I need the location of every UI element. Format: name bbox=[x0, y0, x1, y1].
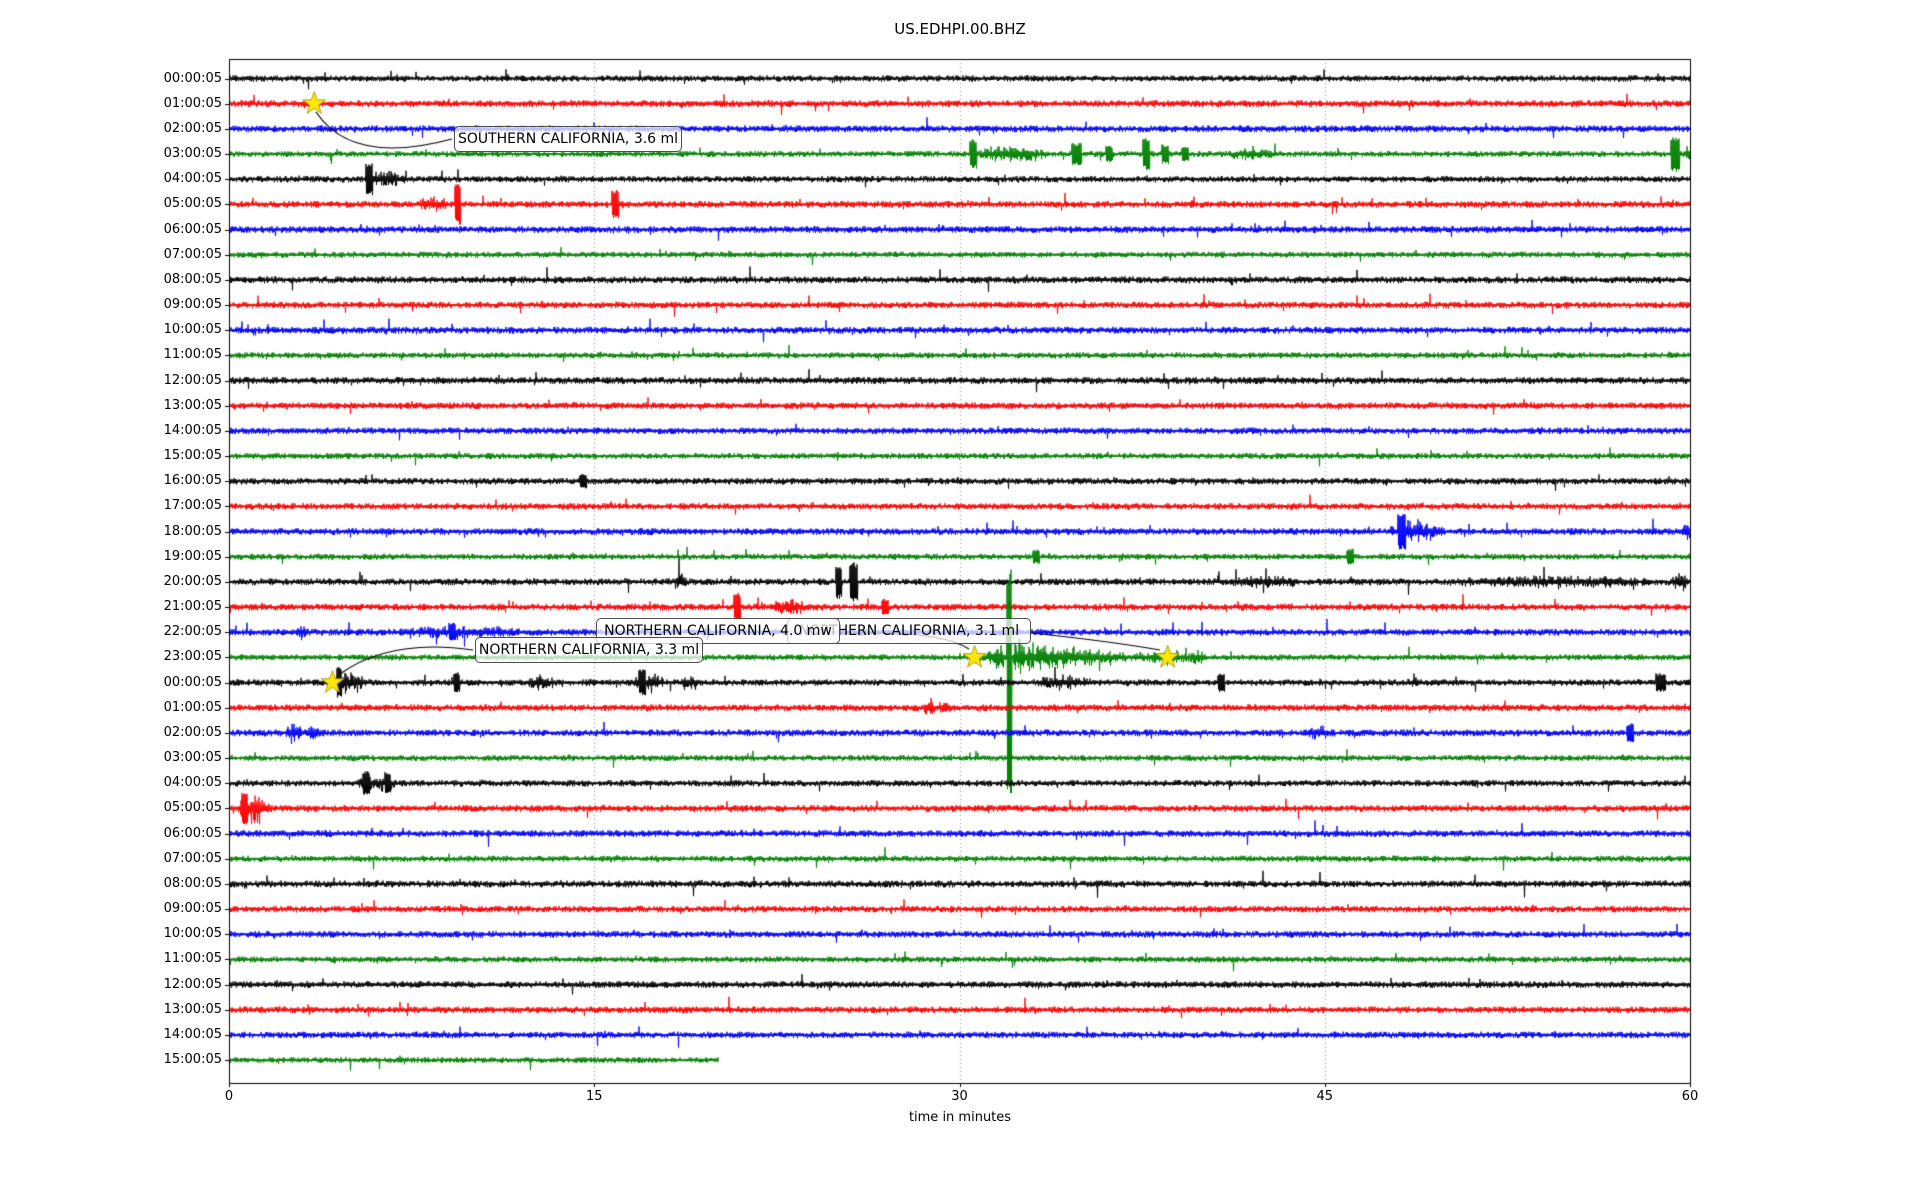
y-tick-label: 12:00:05 bbox=[163, 372, 222, 388]
y-tick-label: 13:00:05 bbox=[163, 1001, 222, 1017]
x-tick-label: 0 bbox=[224, 1089, 234, 1104]
y-tick-label: 09:00:05 bbox=[163, 901, 222, 917]
y-tick-label: 11:00:05 bbox=[163, 951, 222, 967]
y-tick-label: 02:00:05 bbox=[163, 724, 222, 740]
y-tick-label: 06:00:05 bbox=[163, 825, 222, 841]
x-tick-label: 15 bbox=[585, 1089, 603, 1104]
y-tick-label: 10:00:05 bbox=[163, 926, 222, 942]
y-tick-label: 18:00:05 bbox=[163, 523, 222, 539]
y-tick-label: 01:00:05 bbox=[163, 699, 222, 715]
y-tick-label: 20:00:05 bbox=[163, 573, 222, 589]
y-tick-label: 13:00:05 bbox=[163, 397, 222, 413]
y-tick-label: 17:00:05 bbox=[163, 498, 222, 514]
event-annotation: SOUTHERN CALIFORNIA, 3.6 ml bbox=[454, 126, 682, 152]
y-tick-label: 05:00:05 bbox=[163, 196, 222, 212]
y-tick-label: 12:00:05 bbox=[163, 976, 222, 992]
y-tick-label: 15:00:05 bbox=[163, 448, 222, 464]
y-tick-label: 00:00:05 bbox=[163, 674, 222, 690]
x-axis-label: time in minutes bbox=[908, 1110, 1012, 1125]
y-tick-label: 23:00:05 bbox=[163, 649, 222, 665]
y-tick-label: 00:00:05 bbox=[163, 70, 222, 86]
y-tick-label: 04:00:05 bbox=[163, 171, 222, 187]
y-tick-label: 01:00:05 bbox=[163, 95, 222, 111]
y-tick-label: 03:00:05 bbox=[163, 750, 222, 766]
y-tick-label: 21:00:05 bbox=[163, 599, 222, 615]
y-tick-label: 16:00:05 bbox=[163, 473, 222, 489]
y-tick-label: 15:00:05 bbox=[163, 1052, 222, 1068]
y-tick-label: 14:00:05 bbox=[163, 1026, 222, 1042]
y-tick-label: 05:00:05 bbox=[163, 800, 222, 816]
plot-title: US.EDHPI.00.BHZ bbox=[894, 20, 1026, 38]
y-tick-label: 04:00:05 bbox=[163, 775, 222, 791]
y-tick-label: 06:00:05 bbox=[163, 221, 222, 237]
x-tick-label: 45 bbox=[1316, 1089, 1334, 1104]
y-tick-label: 22:00:05 bbox=[163, 624, 222, 640]
y-tick-label: 11:00:05 bbox=[163, 347, 222, 363]
x-tick-label: 30 bbox=[951, 1089, 968, 1104]
seismogram-canvas bbox=[0, 0, 1920, 1200]
y-tick-label: 07:00:05 bbox=[163, 246, 222, 262]
y-tick-label: 03:00:05 bbox=[163, 146, 222, 161]
y-tick-label: 14:00:05 bbox=[163, 422, 222, 438]
y-tick-label: 08:00:05 bbox=[163, 271, 222, 287]
helicorder-figure: US.EDHPI.00.BHZ 00:00:05 01:00:05 02:00:05… bbox=[0, 0, 1920, 1200]
y-tick-label: 10:00:05 bbox=[163, 322, 222, 338]
event-annotation: NORTHERN CALIFORNIA, 3.3 ml bbox=[475, 637, 703, 663]
y-tick-label: 07:00:05 bbox=[163, 850, 222, 866]
y-tick-label: 02:00:05 bbox=[163, 120, 222, 136]
y-tick-label: 09:00:05 bbox=[163, 297, 222, 313]
y-tick-label: 08:00:05 bbox=[163, 875, 222, 891]
x-tick-label: 60 bbox=[1681, 1089, 1699, 1104]
y-tick-label: 19:00:05 bbox=[163, 548, 222, 564]
